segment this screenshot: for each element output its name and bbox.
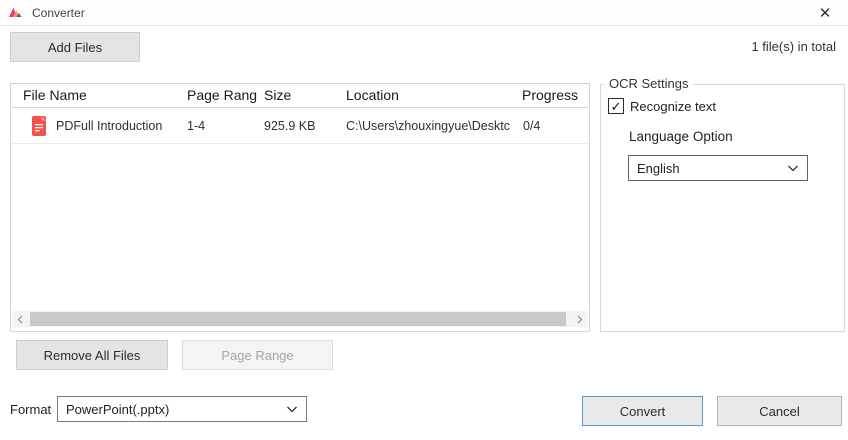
language-option-label: Language Option bbox=[629, 129, 733, 144]
scroll-left-icon[interactable] bbox=[13, 311, 28, 327]
recognize-text-checkbox[interactable]: ✓ bbox=[608, 98, 624, 114]
column-header-page-range: Page Rang bbox=[187, 87, 257, 103]
title-bar: Converter ✕ bbox=[0, 0, 848, 26]
files-count-label: 1 file(s) in total bbox=[751, 39, 836, 54]
page-range-cell: 1-4 bbox=[187, 119, 205, 133]
app-logo-icon bbox=[8, 5, 23, 20]
format-label: Format bbox=[10, 402, 51, 417]
add-files-button[interactable]: Add Files bbox=[10, 32, 140, 62]
recognize-text-label: Recognize text bbox=[630, 99, 716, 114]
cancel-button[interactable]: Cancel bbox=[717, 396, 842, 426]
file-table: File Name Page Rang Size Location Progre… bbox=[10, 83, 590, 332]
format-dropdown-value: PowerPoint(.pptx) bbox=[66, 402, 169, 417]
remove-all-files-button[interactable]: Remove All Files bbox=[16, 340, 168, 370]
progress-cell: 0/4 bbox=[523, 119, 540, 133]
format-dropdown[interactable]: PowerPoint(.pptx) bbox=[57, 396, 307, 422]
convert-button[interactable]: Convert bbox=[582, 396, 703, 426]
file-location-cell: C:\Users\zhouxingyue\Desktc bbox=[346, 119, 510, 133]
file-name-cell: PDFull Introduction bbox=[56, 119, 162, 133]
ocr-settings-label: OCR Settings bbox=[604, 76, 693, 91]
check-icon: ✓ bbox=[611, 100, 622, 113]
table-header-row: File Name Page Rang Size Location Progre… bbox=[11, 84, 589, 108]
horizontal-scrollbar[interactable] bbox=[13, 311, 587, 327]
column-header-location: Location bbox=[346, 87, 399, 103]
scroll-right-icon[interactable] bbox=[572, 311, 587, 327]
chevron-down-icon bbox=[286, 402, 298, 417]
language-dropdown-value: English bbox=[637, 161, 680, 176]
recognize-text-option[interactable]: ✓ Recognize text bbox=[608, 98, 716, 114]
close-icon[interactable]: ✕ bbox=[808, 0, 842, 26]
column-header-file-name: File Name bbox=[23, 87, 87, 103]
table-row[interactable]: PDFull Introduction 1-4 925.9 KB C:\User… bbox=[11, 109, 589, 144]
ocr-settings-group: OCR Settings ✓ Recognize text Language O… bbox=[600, 84, 845, 332]
column-header-size: Size bbox=[264, 87, 291, 103]
converter-dialog: Converter ✕ Add Files 1 file(s) in total… bbox=[0, 0, 848, 440]
window-title: Converter bbox=[32, 6, 85, 20]
file-size-cell: 925.9 KB bbox=[264, 119, 315, 133]
chevron-down-icon bbox=[787, 161, 799, 176]
language-dropdown[interactable]: English bbox=[628, 155, 808, 181]
pdf-file-icon bbox=[31, 116, 47, 136]
page-range-button: Page Range bbox=[182, 340, 333, 370]
scrollbar-thumb[interactable] bbox=[30, 312, 566, 326]
column-header-progress: Progress bbox=[522, 87, 578, 103]
